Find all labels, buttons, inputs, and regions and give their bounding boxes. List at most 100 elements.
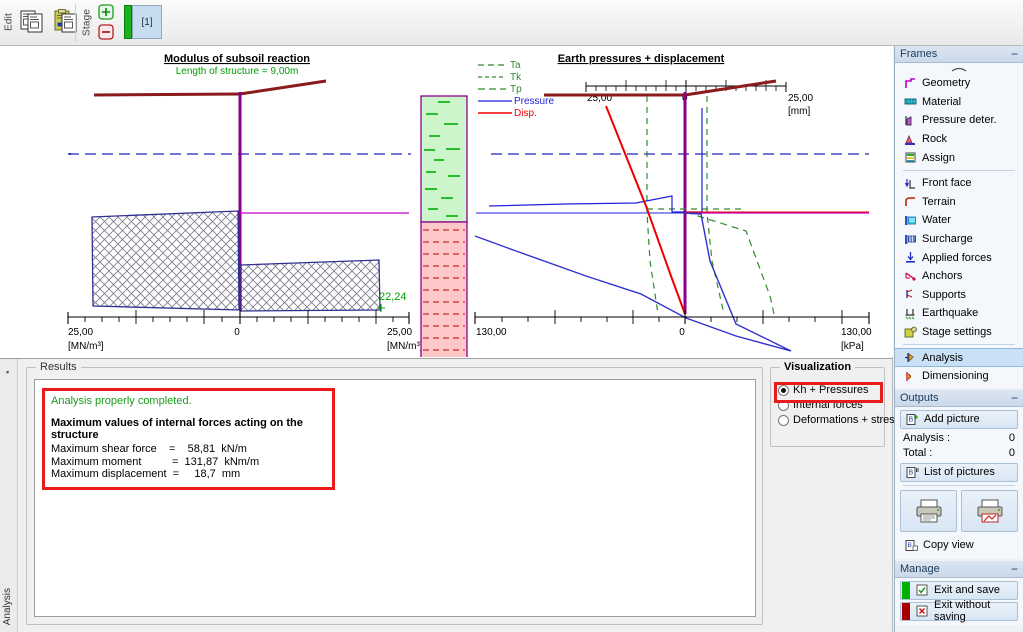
print-preview-button[interactable]: [961, 489, 1018, 532]
graph-area: Modulus of subsoil reaction Length of st…: [0, 46, 893, 358]
sidebar-item-analysis[interactable]: Analysis: [895, 348, 1023, 367]
sidebar-item-rock[interactable]: Rock: [895, 130, 1023, 149]
radio-kh-pressures-dot: [778, 384, 789, 396]
sidebar-item-surcharge[interactable]: Surcharge: [895, 230, 1023, 249]
stage-settings-icon: [903, 325, 917, 339]
stage-tabs: [1]: [124, 5, 162, 39]
modulus-annotation: 22,24: [379, 291, 407, 303]
add-picture-icon: B: [905, 412, 919, 426]
sidebar-item-material[interactable]: Material: [895, 93, 1023, 112]
outputs-body: B Add picture Analysis : 0 Total : 0 B L…: [895, 406, 1023, 559]
pressures-chart-title: Earth pressures + displacement: [558, 53, 725, 65]
exit-and-save-label: Exit and save: [934, 584, 1001, 596]
result-moment: Maximum moment = 131,87 kNm/m: [51, 455, 260, 468]
outputs-minimize-icon[interactable]: −: [1011, 392, 1018, 404]
results-highlight-box: Analysis properly completed. Maximum val…: [42, 388, 335, 490]
sidebar-item-terrain[interactable]: Terrain: [895, 193, 1023, 212]
sidebar-item-pressure-deter[interactable]: Pressure deter.: [895, 111, 1023, 130]
outputs-divider: [903, 484, 1015, 486]
print-button[interactable]: [900, 489, 957, 532]
series-disp: [605, 105, 686, 315]
modulus-chart-subtitle: Length of structure = 9,00m: [176, 66, 299, 77]
sidebar-label-water: Water: [922, 214, 951, 227]
series-tk: [706, 96, 725, 315]
printer-icon: [916, 499, 941, 522]
radio-internal-forces-dot: [778, 399, 789, 411]
sidebar-item-applied-forces[interactable]: Applied forces: [895, 248, 1023, 267]
graph-canvas[interactable]: Modulus of subsoil reaction Length of st…: [46, 46, 893, 357]
sidebar-item-supports[interactable]: Supports: [895, 286, 1023, 305]
exit-and-save-button[interactable]: Exit and save: [900, 580, 1018, 600]
modulus-axis-center-label: 0: [234, 327, 240, 338]
copy-button[interactable]: [16, 3, 50, 41]
frames-header[interactable]: Frames −: [895, 46, 1023, 63]
modulus-block-left: [91, 210, 240, 311]
sidebar-item-dimensioning[interactable]: Dimensioning: [895, 367, 1023, 386]
stage-tab-1[interactable]: [1]: [132, 5, 162, 39]
sidebar-item-anchors[interactable]: Anchors: [895, 267, 1023, 286]
sidebar-item-front-face[interactable]: Front face: [895, 174, 1023, 193]
dimensioning-icon: [903, 369, 917, 383]
results-group-title: Results: [36, 361, 81, 373]
supports-icon: [903, 288, 917, 302]
radio-internal-forces[interactable]: Internal forces: [778, 399, 912, 411]
sidebar-label-surcharge: Surcharge: [922, 233, 973, 246]
sidebar-label-analysis: Analysis: [922, 351, 963, 364]
list-of-pictures-button[interactable]: B List of pictures: [900, 462, 1018, 482]
svg-text:B: B: [907, 542, 911, 549]
remove-stage-button[interactable]: [96, 23, 116, 41]
series-pressure-upper: [488, 108, 703, 213]
toolbar-separator-1: [75, 4, 76, 42]
copy-view-button[interactable]: B Copy view: [900, 536, 1018, 555]
add-picture-label: Add picture: [924, 413, 980, 425]
terrain-left-left: [93, 92, 241, 97]
legend-label-tk: Tk: [510, 72, 522, 83]
sidebar-item-water[interactable]: Water: [895, 211, 1023, 230]
results-textarea[interactable]: Analysis properly completed. Maximum val…: [34, 379, 756, 617]
frames-divider-2: [903, 344, 1015, 346]
pin-icon[interactable]: ▪: [6, 367, 9, 377]
add-picture-button[interactable]: B Add picture: [900, 409, 1018, 429]
plus-circle-icon: [98, 4, 114, 20]
minus-circle-icon: [98, 24, 114, 40]
legend-label-disp: Disp.: [514, 108, 537, 119]
sidebar-item-assign[interactable]: Assign: [895, 148, 1023, 167]
print-buttons-row: [900, 489, 1018, 532]
terrain-icon: [903, 195, 917, 209]
frames-minimize-icon[interactable]: −: [1011, 48, 1018, 60]
modulus-unit-left: [MN/m³]: [68, 341, 104, 352]
material-icon: [903, 95, 917, 109]
series-pressure-left: [474, 235, 792, 352]
radio-deformations-stresses[interactable]: Deformations + stresses: [778, 414, 912, 426]
exit-without-saving-button[interactable]: Exit without saving: [900, 599, 1018, 623]
copy-view-icon: B: [904, 538, 918, 552]
analysis-vertical-tab[interactable]: Analysis: [2, 588, 13, 625]
assign-icon: [903, 151, 917, 165]
modulus-axis: [67, 310, 410, 324]
sidebar-label-pressure-deter: Pressure deter.: [922, 114, 997, 127]
frames-body: Geometry Material Pressure deter. Rock A…: [895, 63, 1023, 388]
radio-kh-pressures[interactable]: Kh + Pressures: [778, 384, 912, 396]
paste-button[interactable]: [50, 3, 84, 41]
manage-minimize-icon[interactable]: −: [1011, 563, 1018, 575]
soil-profile-column: [420, 95, 468, 357]
outputs-header[interactable]: Outputs −: [895, 389, 1023, 407]
bottom-panel-rail: ▪ Analysis: [0, 359, 18, 632]
series-tp: [685, 211, 775, 315]
soil-layer-1: [420, 95, 468, 223]
bottom-panel: ▪ Analysis Results Analysis properly com…: [0, 358, 912, 632]
pressures-chart: Earth pressures + displacement Ta Tk Tp …: [474, 53, 872, 352]
sidebar-item-geometry[interactable]: Geometry: [895, 74, 1023, 93]
check-box-icon: [915, 583, 929, 597]
outputs-total-value: 0: [1008, 447, 1015, 459]
modulus-block-right: [240, 259, 381, 312]
pressures-bottom-left-label: 130,00: [476, 327, 507, 338]
sidebar-item-stage-settings[interactable]: Stage settings: [895, 323, 1023, 342]
stage-group-label: Stage: [81, 8, 93, 36]
frames-collapse-row[interactable]: [895, 64, 1023, 74]
manage-header[interactable]: Manage −: [895, 560, 1023, 578]
visualization-title: Visualization: [780, 361, 856, 373]
add-stage-button[interactable]: [96, 3, 116, 21]
application-window: Edit Stage [1] Modulus of subsoil reacti…: [0, 0, 1023, 632]
sidebar-item-earthquake[interactable]: Earthquake: [895, 304, 1023, 323]
